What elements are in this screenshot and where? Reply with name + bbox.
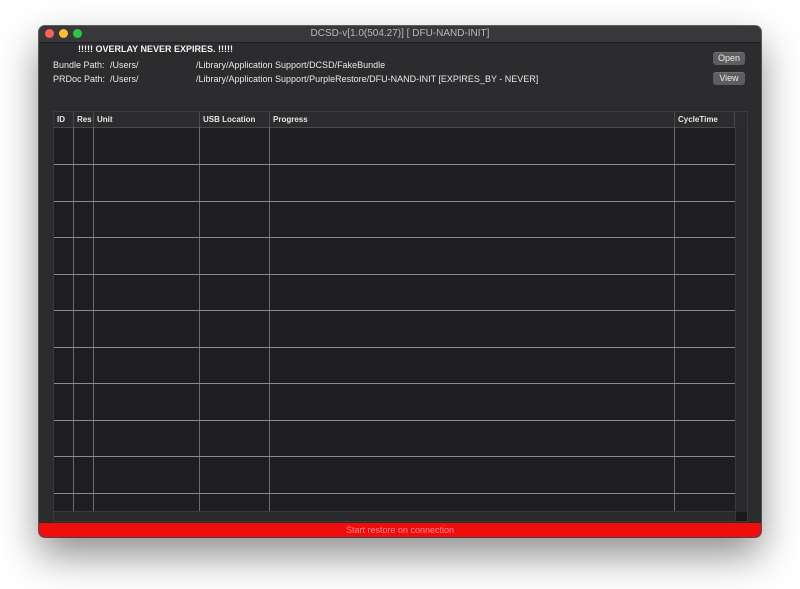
window-title: DCSD-v[1.0(504.27)] [ DFU-NAND-INIT] (310, 28, 490, 39)
prdoc-path-label: PRDoc Path: (53, 74, 106, 84)
column-divider (269, 127, 270, 511)
vertical-scrollbar[interactable] (735, 127, 747, 521)
column-header-id[interactable]: ID (54, 112, 74, 127)
horizontal-scrollbar[interactable] (54, 511, 735, 521)
prdoc-path-user: /Users/ (110, 74, 139, 84)
row-divider (54, 237, 735, 238)
column-divider (93, 127, 94, 511)
row-divider (54, 493, 735, 494)
column-header-unit[interactable]: Unit (94, 112, 200, 127)
row-divider (54, 383, 735, 384)
row-divider (54, 456, 735, 457)
column-divider (73, 127, 74, 511)
bundle-path-value: /Library/Application Support/DCSD/FakeBu… (196, 60, 386, 70)
view-button[interactable]: View (713, 72, 745, 85)
row-divider (54, 347, 735, 348)
row-divider (54, 201, 735, 202)
title-bar[interactable]: DCSD-v[1.0(504.27)] [ DFU-NAND-INIT] (39, 26, 761, 43)
row-divider (54, 164, 735, 165)
bundle-path-user: /Users/ (110, 60, 139, 70)
column-divider (199, 127, 200, 511)
scrollbar-corner (736, 512, 747, 521)
column-header-res[interactable]: Res (74, 112, 94, 127)
column-divider (674, 127, 675, 511)
app-window: DCSD-v[1.0(504.27)] [ DFU-NAND-INIT] !!!… (39, 26, 761, 537)
row-divider (54, 274, 735, 275)
devices-table[interactable]: ID Res Unit USB Location Progress CycleT… (53, 111, 748, 522)
row-divider (54, 310, 735, 311)
bundle-path-label: Bundle Path: (53, 60, 105, 70)
status-bar: Start restore on connection (39, 523, 761, 537)
table-header: ID Res Unit USB Location Progress CycleT… (54, 112, 747, 128)
column-header-progress[interactable]: Progress (270, 112, 675, 127)
prdoc-path-value: /Library/Application Support/PurpleResto… (196, 74, 539, 84)
overlay-message: !!!!! OVERLAY NEVER EXPIRES. !!!!! (78, 44, 234, 54)
open-button[interactable]: Open (713, 52, 745, 65)
column-header-usb-location[interactable]: USB Location (200, 112, 270, 127)
column-header-cycletime[interactable]: CycleTime (675, 112, 735, 127)
row-divider (54, 420, 735, 421)
